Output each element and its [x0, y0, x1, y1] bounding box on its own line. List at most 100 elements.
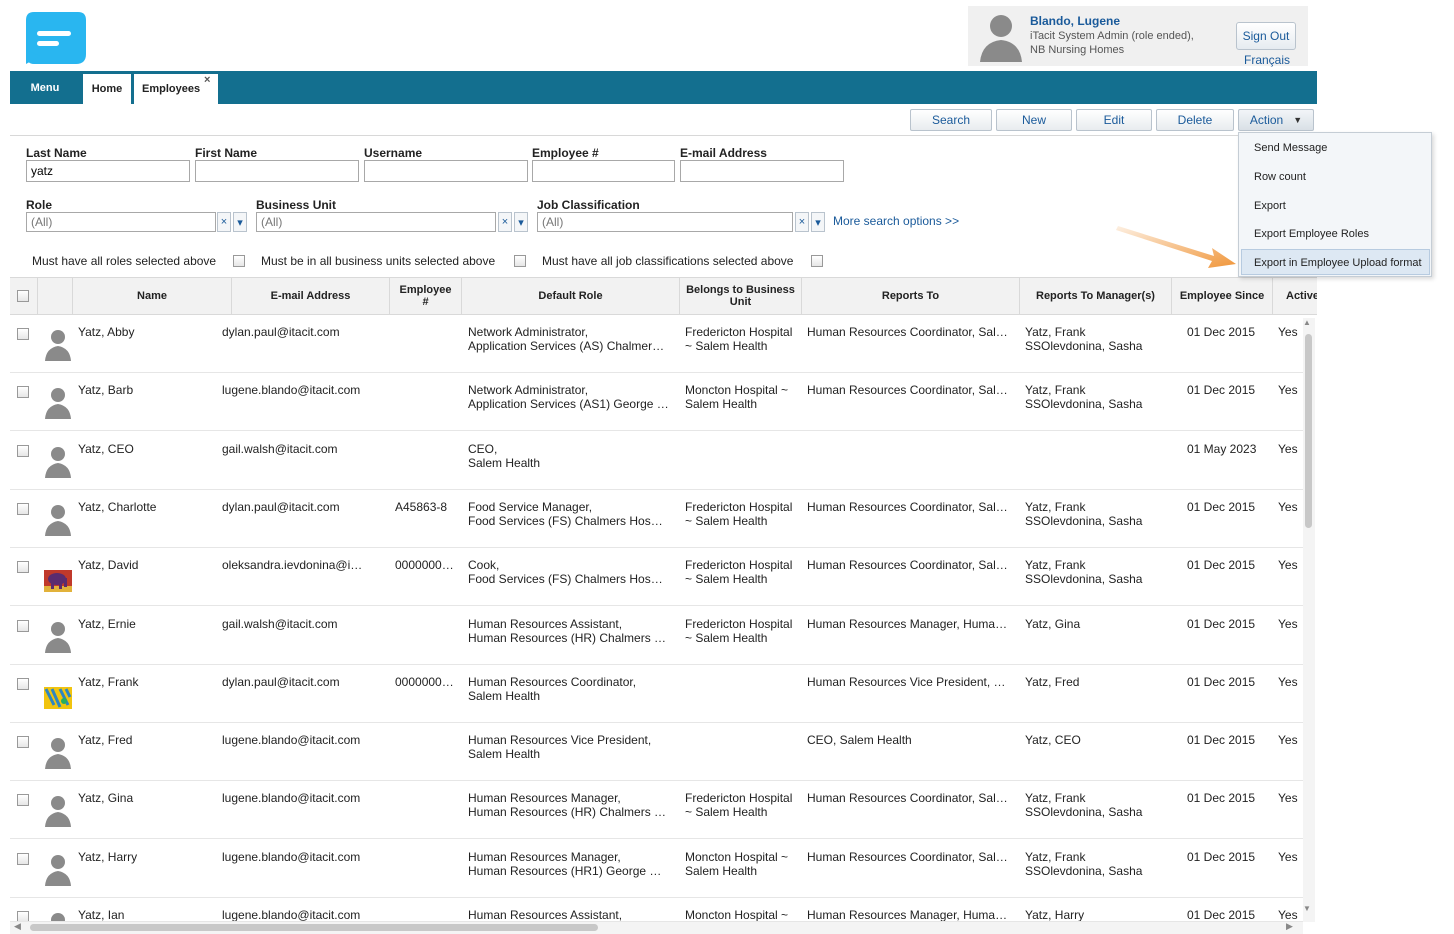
role-dropdown-icon[interactable]: ▾ [233, 212, 247, 232]
employee-since-column-header[interactable]: Employee Since [1171, 277, 1272, 315]
action-button[interactable]: Action ▼ [1238, 109, 1314, 131]
default-role-column-header[interactable]: Default Role [461, 277, 679, 315]
employee-number-label: Employee # [532, 146, 599, 160]
reports-to-manager-column-header[interactable]: Reports To Manager(s) [1019, 277, 1171, 315]
sign-out-button[interactable]: Sign Out [1236, 22, 1296, 50]
last-name-label: Last Name [26, 146, 87, 160]
employee-photo-icon [42, 560, 74, 594]
row-checkbox[interactable] [17, 736, 29, 748]
employee-photo-icon [42, 677, 74, 711]
all-roles-checkbox[interactable] [233, 255, 245, 267]
last-name-input[interactable] [26, 160, 190, 182]
select-all-checkbox[interactable] [17, 290, 29, 302]
role-select[interactable]: (All) [26, 212, 216, 232]
employee-name[interactable]: Yatz, Charlotte [78, 500, 228, 514]
business-unit-column-header[interactable]: Belongs to Business Unit [679, 277, 801, 315]
employee-name[interactable]: Yatz, Frank [78, 675, 228, 689]
employee-name[interactable]: Yatz, CEO [78, 442, 228, 456]
language-link[interactable]: Français [1244, 53, 1290, 67]
default-role-line2: Food Services (FS) Chalmers Hos… [468, 572, 663, 586]
reports-to-column-header[interactable]: Reports To [801, 277, 1019, 315]
table-row[interactable]: Yatz, Gina lugene.blando@itacit.com Human … [10, 781, 1303, 839]
business-unit-line1: Fredericton Hospital [685, 791, 793, 805]
default-role-line1: CEO, [468, 442, 498, 456]
job-classification-dropdown-icon[interactable]: ▾ [811, 212, 825, 232]
business-unit-select[interactable]: (All) [256, 212, 496, 232]
email-column-header[interactable]: E-mail Address [231, 277, 389, 315]
menu-item-export-upload-format[interactable]: Export in Employee Upload format [1254, 257, 1422, 269]
table-row[interactable]: Yatz, CEO gail.walsh@itacit.com CEO, Salem … [10, 432, 1303, 490]
row-checkbox[interactable] [17, 620, 29, 632]
employee-name[interactable]: Yatz, Barb [78, 383, 228, 397]
email-label: E-mail Address [680, 146, 767, 160]
employee-name[interactable]: Yatz, Gina [78, 791, 228, 805]
table-row[interactable]: Yatz, Frank dylan.paul@itacit.com 0000000…… [10, 665, 1303, 723]
job-classification-clear-icon[interactable]: × [795, 212, 809, 232]
table-row[interactable]: Yatz, David oleksandra.ievdonina@i… 000000… [10, 548, 1303, 606]
employee-name[interactable]: Yatz, Ian [78, 908, 228, 921]
scroll-up-icon[interactable]: ▲ [1303, 318, 1311, 327]
row-checkbox[interactable] [17, 561, 29, 573]
row-checkbox[interactable] [17, 445, 29, 457]
scroll-down-icon[interactable]: ▼ [1303, 904, 1311, 913]
menu-button[interactable]: Menu [10, 71, 80, 104]
row-checkbox[interactable] [17, 853, 29, 865]
all-units-checkbox[interactable] [514, 255, 526, 267]
employee-name[interactable]: Yatz, David [78, 558, 228, 572]
business-unit-line2: ~ Salem Health [685, 514, 768, 528]
horizontal-scroll-thumb[interactable] [30, 924, 598, 931]
employee-number-column-header[interactable]: Employee # [389, 277, 461, 315]
row-checkbox[interactable] [17, 794, 29, 806]
business-unit-line2: ~ Salem Health [685, 805, 768, 819]
business-unit-line2: Salem Health [685, 397, 758, 411]
scroll-left-icon[interactable]: ◀ [14, 921, 21, 932]
job-classification-select[interactable]: (All) [537, 212, 793, 232]
employee-name[interactable]: Yatz, Ernie [78, 617, 228, 631]
more-search-options-link[interactable]: More search options >> [833, 214, 959, 228]
business-unit-line1: Fredericton Hospital [685, 500, 793, 514]
vertical-scroll-thumb[interactable] [1305, 334, 1312, 528]
default-role-line2: Food Services (FS) Chalmers Hos… [468, 514, 663, 528]
tab-home[interactable]: Home [83, 74, 131, 104]
default-role-line2: Salem Health [468, 747, 541, 761]
row-checkbox[interactable] [17, 386, 29, 398]
table-row[interactable]: Yatz, Harry lugene.blando@itacit.com Human… [10, 840, 1303, 898]
role-clear-icon[interactable]: × [217, 212, 231, 232]
name-column-header[interactable]: Name [72, 277, 231, 315]
reports-to-manager-line1: Yatz, Frank [1025, 791, 1086, 805]
table-row[interactable]: Yatz, Ian lugene.blando@itacit.com Human R… [10, 898, 1303, 922]
scroll-right-icon[interactable]: ▶ [1286, 921, 1293, 932]
row-checkbox[interactable] [17, 678, 29, 690]
business-unit-line2: ~ Salem Health [685, 339, 768, 353]
business-unit-dropdown-icon[interactable]: ▾ [514, 212, 528, 232]
employee-name[interactable]: Yatz, Harry [78, 850, 228, 864]
username-input[interactable] [364, 160, 528, 182]
edit-button[interactable]: Edit [1076, 109, 1152, 131]
active-column-header[interactable]: Active [1272, 277, 1319, 315]
reports-to-manager-line2: SSOlevdonina, Sasha [1025, 864, 1143, 878]
first-name-input[interactable] [195, 160, 359, 182]
email-input[interactable] [680, 160, 844, 182]
search-button[interactable]: Search [910, 109, 992, 131]
table-row[interactable]: Yatz, Fred lugene.blando@itacit.com Human … [10, 723, 1303, 781]
menu-item-row-count[interactable]: Row count [1254, 171, 1306, 183]
menu-item-export[interactable]: Export [1254, 200, 1286, 212]
default-role-line1: Human Resources Coordinator, [468, 675, 637, 689]
table-row[interactable]: Yatz, Ernie gail.walsh@itacit.com Human Re… [10, 607, 1303, 665]
employee-name[interactable]: Yatz, Fred [78, 733, 228, 747]
tab-close-icon[interactable]: × [204, 74, 210, 86]
row-checkbox[interactable] [17, 503, 29, 515]
employee-name[interactable]: Yatz, Abby [78, 325, 228, 339]
menu-item-send-message[interactable]: Send Message [1254, 142, 1327, 154]
table-row[interactable]: Yatz, Barb lugene.blando@itacit.com Networ… [10, 373, 1303, 431]
table-row[interactable]: Yatz, Abby dylan.paul@itacit.com Network A… [10, 315, 1303, 373]
active-status: Yes [1278, 791, 1298, 805]
table-row[interactable]: Yatz, Charlotte dylan.paul@itacit.com A458… [10, 490, 1303, 548]
employee-number-input[interactable] [532, 160, 675, 182]
business-unit-clear-icon[interactable]: × [498, 212, 512, 232]
all-jobs-checkbox[interactable] [811, 255, 823, 267]
menu-item-export-employee-roles[interactable]: Export Employee Roles [1254, 228, 1369, 240]
new-button[interactable]: New [996, 109, 1072, 131]
row-checkbox[interactable] [17, 328, 29, 340]
delete-button[interactable]: Delete [1156, 109, 1234, 131]
